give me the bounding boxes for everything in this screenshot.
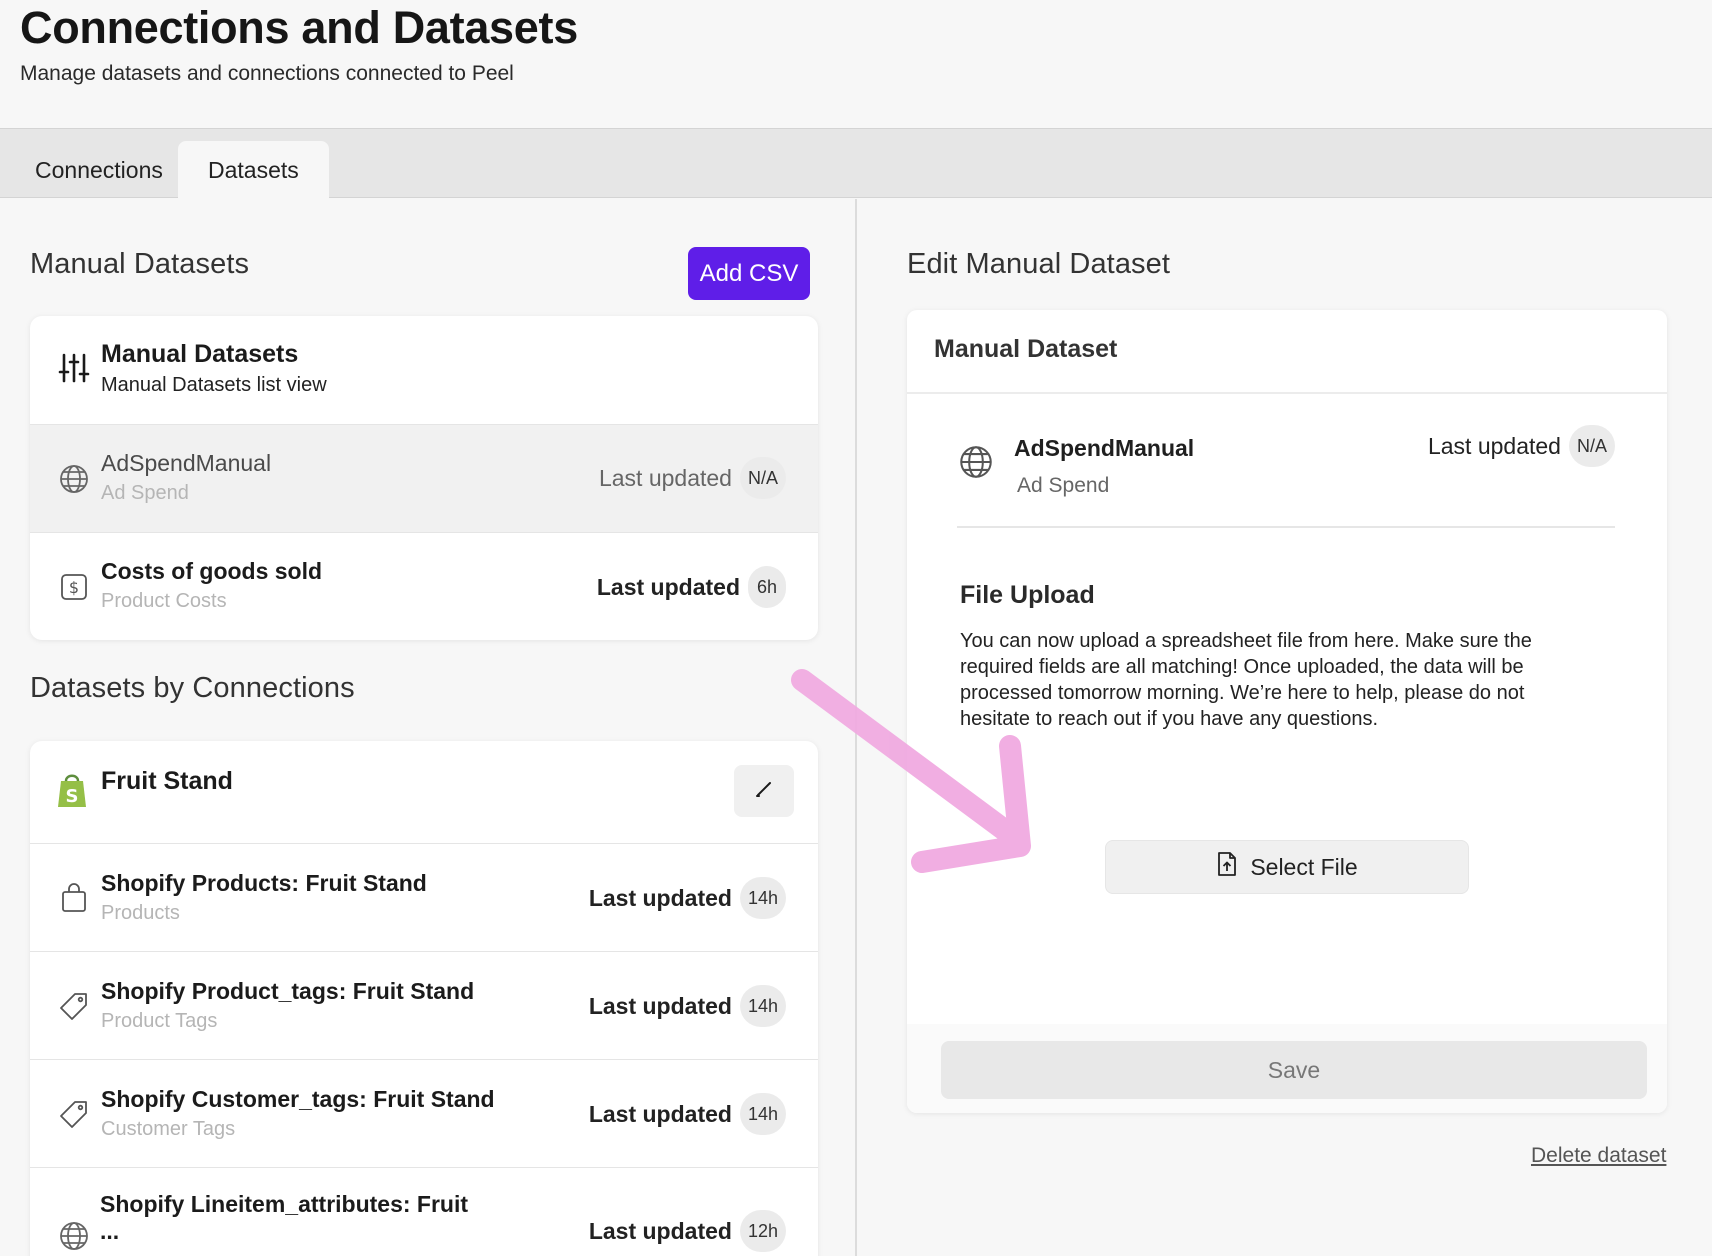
last-updated: Last updated 14h bbox=[589, 985, 786, 1027]
manual-datasets-card: Manual Datasets Manual Datasets list vie… bbox=[30, 316, 818, 640]
delete-dataset-link[interactable]: Delete dataset bbox=[1531, 1144, 1666, 1168]
row-title: Shopify Products: Fruit Stand bbox=[101, 870, 427, 896]
status-badge: 14h bbox=[739, 877, 786, 919]
last-updated: Last updated 12h bbox=[589, 1210, 786, 1252]
last-updated-label: Last updated bbox=[596, 573, 740, 600]
last-updated: Last updated N/A bbox=[1428, 425, 1615, 467]
row-title-ellipsis: ... bbox=[100, 1218, 120, 1244]
svg-text:S: S bbox=[66, 786, 79, 807]
last-updated: Last updated 6h bbox=[597, 566, 786, 608]
globe-icon bbox=[58, 1220, 90, 1252]
select-file-button[interactable]: Select File bbox=[1105, 840, 1469, 894]
row-title: AdSpendManual bbox=[101, 450, 272, 476]
status-badge: 14h bbox=[739, 985, 786, 1027]
list-item-shopify-products[interactable]: Shopify Products: Fruit Stand Products L… bbox=[30, 843, 818, 951]
row-title: Shopify Lineitem_attributes: Fruit bbox=[100, 1191, 469, 1217]
dollar-icon: $ bbox=[58, 571, 90, 603]
add-csv-button[interactable]: Add CSV bbox=[688, 247, 810, 300]
last-updated: Last updated 14h bbox=[589, 1093, 786, 1135]
list-item-shopify-product-tags[interactable]: Shopify Product_tags: Fruit Stand Produc… bbox=[30, 951, 818, 1059]
row-title: Shopify Customer_tags: Fruit Stand bbox=[101, 1086, 495, 1112]
file-upload-title: File Upload bbox=[960, 581, 1095, 609]
connection-group-header: S Fruit Stand bbox=[30, 741, 818, 843]
tag-icon bbox=[58, 1098, 90, 1130]
shopify-icon: S bbox=[54, 771, 90, 809]
bag-icon bbox=[58, 882, 90, 914]
tab-bar: Connections Datasets bbox=[0, 128, 1712, 199]
row-subtitle: Ad Spend bbox=[101, 482, 189, 504]
list-item-cogs[interactable]: $ Costs of goods sold Product Costs Last… bbox=[30, 532, 818, 640]
globe-icon bbox=[58, 463, 90, 495]
dataset-type: Ad Spend bbox=[1017, 474, 1110, 497]
tab-datasets[interactable]: Datasets bbox=[178, 141, 329, 199]
last-updated-label: Last updated bbox=[598, 464, 732, 491]
tab-connections[interactable]: Connections bbox=[5, 141, 193, 199]
page-header: Connections and Datasets Manage datasets… bbox=[0, 0, 1712, 128]
edit-dataset-card: Manual Dataset AdSpendManual Ad Spend La… bbox=[907, 310, 1667, 1113]
dataset-name: AdSpendManual bbox=[1014, 435, 1195, 461]
list-item-shopify-lineitem-attributes[interactable]: Shopify Lineitem_attributes: Fruit ... L… bbox=[30, 1167, 818, 1256]
globe-icon bbox=[959, 445, 993, 479]
row-subtitle: Product Costs bbox=[101, 590, 227, 612]
edit-connection-button[interactable] bbox=[734, 765, 794, 817]
list-item-shopify-customer-tags[interactable]: Shopify Customer_tags: Fruit Stand Custo… bbox=[30, 1059, 818, 1167]
last-updated-label: Last updated bbox=[588, 1217, 732, 1244]
last-updated-label: Last updated bbox=[588, 1100, 732, 1127]
svg-text:$: $ bbox=[69, 578, 79, 597]
file-upload-icon bbox=[1216, 851, 1238, 883]
connections-card: S Fruit Stand Shopify Products: Fruit St bbox=[30, 741, 818, 1256]
last-updated: Last updated N/A bbox=[599, 457, 786, 499]
status-badge: N/A bbox=[1568, 425, 1615, 467]
manual-datasets-heading: Manual Datasets bbox=[30, 248, 250, 280]
list-item-adspendmanual[interactable]: AdSpendManual Ad Spend Last updated N/A bbox=[30, 424, 818, 532]
row-subtitle: Products bbox=[101, 902, 180, 924]
pencil-icon bbox=[754, 779, 774, 804]
sliders-icon bbox=[58, 352, 90, 384]
divider bbox=[957, 526, 1615, 528]
status-badge: N/A bbox=[739, 457, 786, 499]
last-updated-label: Last updated bbox=[588, 992, 732, 1019]
last-updated-label: Last updated bbox=[1427, 432, 1561, 459]
datasets-by-connections-heading: Datasets by Connections bbox=[30, 672, 355, 704]
status-badge: 6h bbox=[748, 566, 786, 608]
column-divider bbox=[855, 199, 857, 1256]
app-root: Connections and Datasets Manage datasets… bbox=[0, 0, 1712, 1256]
save-button[interactable]: Save bbox=[941, 1041, 1647, 1099]
row-subtitle: Product Tags bbox=[101, 1010, 218, 1032]
tag-icon bbox=[58, 990, 90, 1022]
edit-card-title: Manual Dataset bbox=[934, 335, 1118, 363]
last-updated-label: Last updated bbox=[588, 884, 732, 911]
manual-datasets-card-header: Manual Datasets Manual Datasets list vie… bbox=[30, 316, 818, 424]
row-subtitle: Customer Tags bbox=[101, 1118, 236, 1140]
status-badge: 12h bbox=[739, 1210, 786, 1252]
manual-card-title: Manual Datasets bbox=[101, 340, 299, 368]
page-title: Connections and Datasets bbox=[20, 2, 578, 53]
manual-card-subtitle: Manual Datasets list view bbox=[101, 374, 327, 396]
file-upload-description: You can now upload a spreadsheet file fr… bbox=[960, 630, 1532, 730]
select-file-label: Select File bbox=[1250, 853, 1358, 880]
row-title: Costs of goods sold bbox=[101, 558, 323, 584]
edit-card-header: Manual Dataset bbox=[907, 310, 1667, 394]
page-subtitle: Manage datasets and connections connecte… bbox=[20, 62, 514, 85]
last-updated: Last updated 14h bbox=[589, 877, 786, 919]
connection-group-title: Fruit Stand bbox=[101, 767, 233, 795]
edit-manual-dataset-heading: Edit Manual Dataset bbox=[907, 248, 1171, 280]
status-badge: 14h bbox=[739, 1093, 786, 1135]
row-title: Shopify Product_tags: Fruit Stand bbox=[101, 978, 475, 1004]
